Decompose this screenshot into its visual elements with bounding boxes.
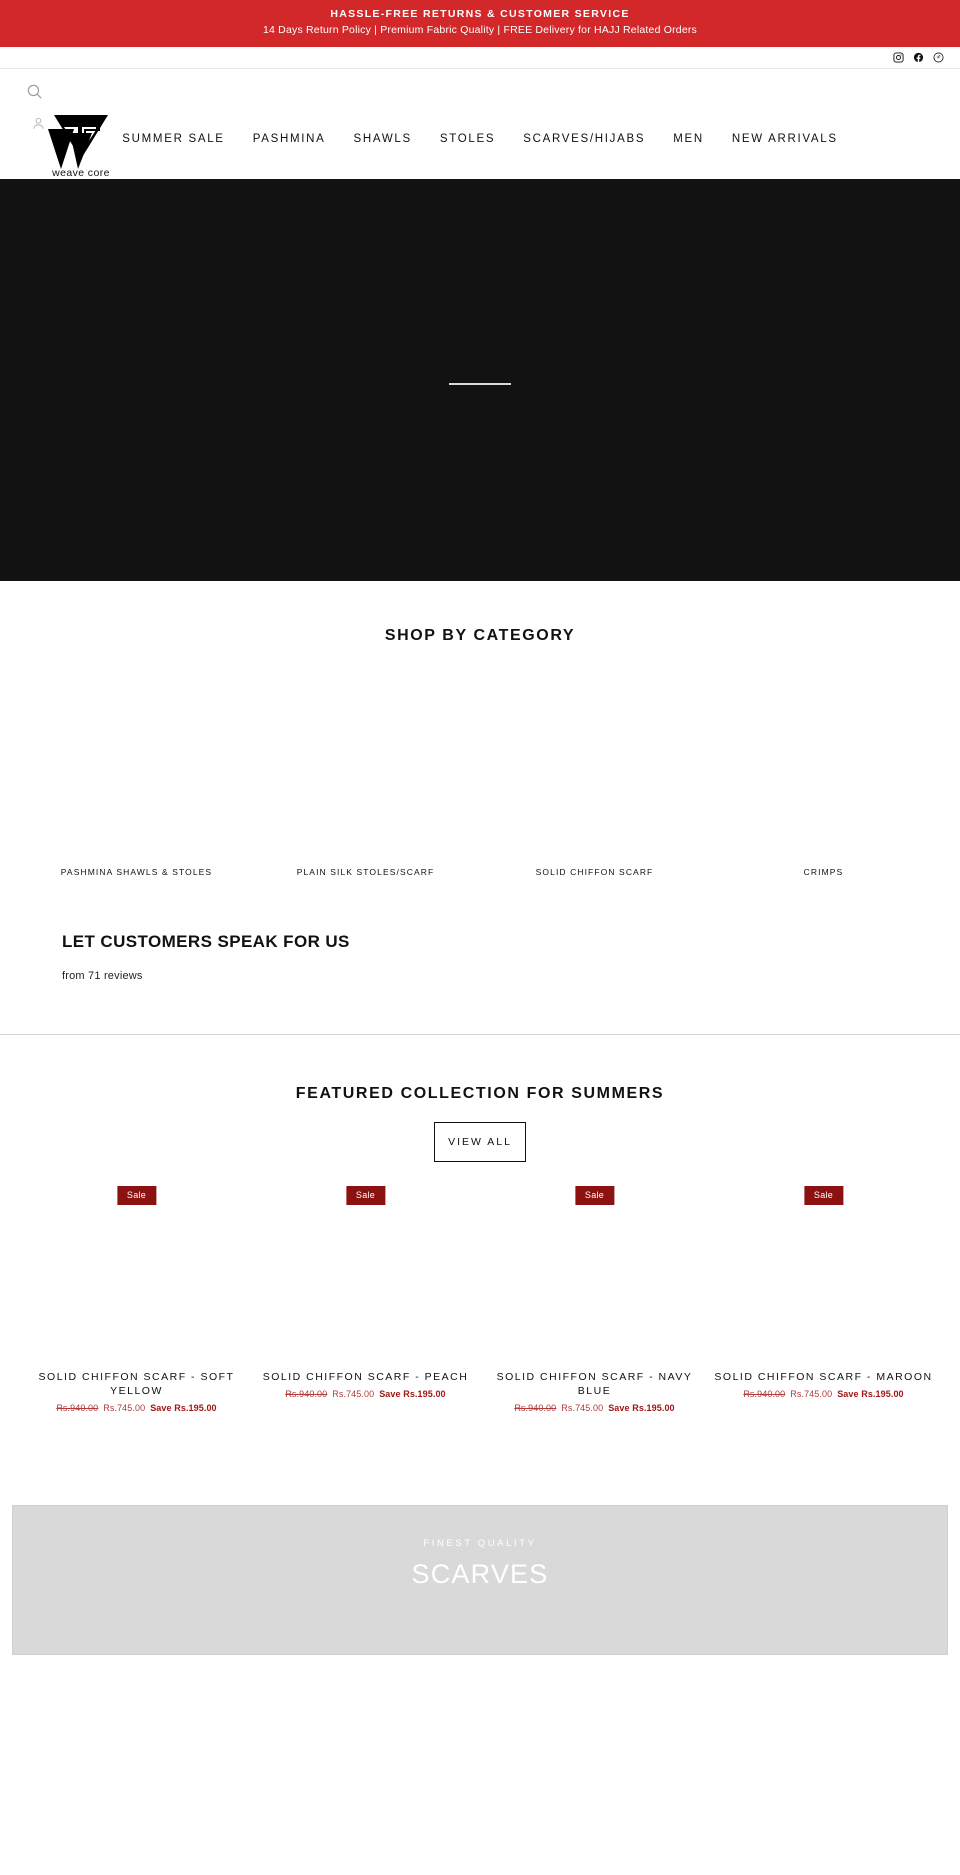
price-current: Rs.745.00 (790, 1389, 833, 1399)
category-card[interactable]: SOLID CHIFFON SCARF (480, 685, 709, 877)
product-title[interactable]: SOLID CHIFFON SCARF - PEACH (251, 1370, 480, 1384)
hero-divider-rule (449, 383, 511, 385)
site-logo[interactable]: weave core (47, 113, 115, 179)
announcement-headline: HASSLE-FREE RETURNS & CUSTOMER SERVICE (330, 8, 630, 20)
social-links-bar (0, 47, 960, 69)
sale-badge: Sale (345, 1186, 386, 1205)
category-image (480, 685, 709, 853)
site-header: weave core SUMMER SALE PASHMINA SHAWLS S… (0, 69, 960, 179)
pinterest-icon[interactable] (933, 52, 944, 63)
product-card[interactable]: Sale SOLID CHIFFON SCARF - NAVY BLUE Rs.… (480, 1186, 709, 1413)
category-card[interactable]: PASHMINA SHAWLS & STOLES (22, 685, 251, 877)
featured-collection-section: FEATURED COLLECTION FOR SUMMERS VIEW ALL… (0, 1035, 960, 1413)
product-title[interactable]: SOLID CHIFFON SCARF - NAVY BLUE (480, 1370, 709, 1398)
price-original: Rs.940.00 (285, 1389, 328, 1399)
sale-badge: Sale (574, 1186, 615, 1205)
shop-by-category-section: SHOP BY CATEGORY PASHMINA SHAWLS & STOLE… (0, 581, 960, 877)
price-savings: Save Rs.195.00 (379, 1389, 446, 1399)
product-image (22, 1208, 251, 1356)
price-original: Rs.940.00 (56, 1403, 99, 1413)
nav-item-summer-sale[interactable]: SUMMER SALE (122, 133, 224, 145)
banner-text-block: FINEST QUALITY SCARVES (13, 1538, 947, 1590)
category-label[interactable]: PLAIN SILK STOLES/SCARF (251, 867, 480, 877)
category-label[interactable]: SOLID CHIFFON SCARF (480, 867, 709, 877)
facebook-icon[interactable] (913, 52, 924, 63)
product-price-row: Rs.940.00 Rs.745.00 Save Rs.195.00 (251, 1389, 480, 1399)
product-price-row: Rs.940.00 Rs.745.00 Save Rs.195.00 (22, 1403, 251, 1413)
product-card[interactable]: Sale SOLID CHIFFON SCARF - MAROON Rs.940… (709, 1186, 938, 1413)
view-all-wrapper: VIEW ALL (0, 1122, 960, 1162)
finest-quality-banner[interactable]: FINEST QUALITY SCARVES (12, 1505, 948, 1655)
price-current: Rs.745.00 (103, 1403, 146, 1413)
nav-item-scarves-hijabs[interactable]: SCARVES/HIJABS (523, 133, 645, 145)
category-image (709, 685, 938, 853)
category-label[interactable]: PASHMINA SHAWLS & STOLES (22, 867, 251, 877)
product-card[interactable]: Sale SOLID CHIFFON SCARF - PEACH Rs.940.… (251, 1186, 480, 1413)
price-original: Rs.940.00 (514, 1403, 557, 1413)
hero-banner[interactable] (0, 179, 960, 581)
price-original: Rs.940.00 (743, 1389, 786, 1399)
category-card[interactable]: PLAIN SILK STOLES/SCARF (251, 685, 480, 877)
featured-collection-title: FEATURED COLLECTION FOR SUMMERS (295, 1085, 665, 1102)
shop-by-category-title: SHOP BY CATEGORY (384, 627, 576, 644)
instagram-icon[interactable] (893, 52, 904, 63)
reviews-count: from 71 reviews (62, 970, 143, 982)
product-price-row: Rs.940.00 Rs.745.00 Save Rs.195.00 (709, 1389, 938, 1399)
price-current: Rs.745.00 (561, 1403, 604, 1413)
nav-item-new-arrivals[interactable]: NEW ARRIVALS (732, 133, 838, 145)
category-grid: PASHMINA SHAWLS & STOLES PLAIN SILK STOL… (0, 685, 960, 877)
product-image (480, 1208, 709, 1356)
reviews-title: LET CUSTOMERS SPEAK FOR US (62, 932, 350, 951)
sale-badge: Sale (116, 1186, 157, 1205)
nav-item-pashmina[interactable]: PASHMINA (253, 133, 326, 145)
price-savings: Save Rs.195.00 (608, 1403, 675, 1413)
logo-wordmark: weave core (52, 167, 110, 179)
price-savings: Save Rs.195.00 (837, 1389, 904, 1399)
price-savings: Save Rs.195.00 (150, 1403, 217, 1413)
banner-heading: SCARVES (411, 1559, 549, 1589)
banner-kicker: FINEST QUALITY (423, 1538, 537, 1549)
product-card[interactable]: Sale SOLID CHIFFON SCARF - SOFT YELLOW R… (22, 1186, 251, 1413)
product-image (709, 1208, 938, 1356)
main-navigation: SUMMER SALE PASHMINA SHAWLS STOLES SCARV… (0, 133, 960, 145)
nav-item-stoles[interactable]: STOLES (440, 133, 495, 145)
category-image (251, 685, 480, 853)
view-all-button[interactable]: VIEW ALL (434, 1122, 526, 1162)
product-image (251, 1208, 480, 1356)
announcement-subline: 14 Days Return Policy | Premium Fabric Q… (262, 24, 698, 36)
product-grid: Sale SOLID CHIFFON SCARF - SOFT YELLOW R… (0, 1186, 960, 1413)
product-title[interactable]: SOLID CHIFFON SCARF - MAROON (709, 1370, 938, 1384)
category-label[interactable]: CRIMPS (709, 867, 938, 877)
announcement-bar: HASSLE-FREE RETURNS & CUSTOMER SERVICE 1… (0, 0, 960, 47)
category-image (22, 685, 251, 853)
sale-badge: Sale (803, 1186, 844, 1205)
category-card[interactable]: CRIMPS (709, 685, 938, 877)
nav-item-shawls[interactable]: SHAWLS (354, 133, 412, 145)
product-price-row: Rs.940.00 Rs.745.00 Save Rs.195.00 (480, 1403, 709, 1413)
nav-item-men[interactable]: MEN (673, 133, 704, 145)
price-current: Rs.745.00 (332, 1389, 375, 1399)
customer-reviews-section: LET CUSTOMERS SPEAK FOR US from 71 revie… (0, 877, 960, 1016)
product-title[interactable]: SOLID CHIFFON SCARF - SOFT YELLOW (22, 1370, 251, 1398)
search-icon[interactable] (26, 83, 43, 105)
